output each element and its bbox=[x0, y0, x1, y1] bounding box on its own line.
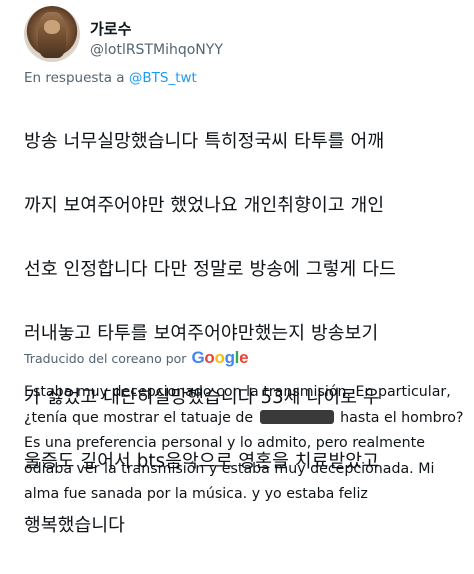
tweet-line: 까지 보여주어야만 했었나요 개인취향이고 개인 bbox=[24, 195, 385, 216]
reply-context: En respuesta a @BTS_twt bbox=[24, 70, 197, 86]
translation-line: alma fue sanada por la música. y yo esta… bbox=[24, 486, 368, 503]
translation-line: ¿tenía que mostrar el tatuaje de hasta e… bbox=[24, 406, 468, 432]
tweet-header: 가로수 @lotlRSTMihqoNYY bbox=[24, 6, 464, 66]
tweet-line: 행복했습니다 bbox=[24, 515, 125, 536]
logo-letter: o bbox=[204, 348, 215, 367]
translation-line-part: ¿tenía que mostrar el tatuaje de bbox=[24, 409, 254, 426]
translation-label: Traducido del coreano por bbox=[24, 350, 187, 366]
reply-prefix: En respuesta a bbox=[24, 70, 125, 86]
avatar-figure bbox=[38, 12, 66, 58]
reply-mention-link[interactable]: @BTS_twt bbox=[129, 70, 197, 86]
translation-line: odiaba ver la transmisión y estaba muy d… bbox=[24, 460, 435, 477]
logo-letter: o bbox=[214, 348, 225, 367]
google-logo: Google bbox=[191, 348, 248, 368]
translation-line-part: hasta el hombro? bbox=[340, 409, 464, 426]
avatar[interactable] bbox=[24, 6, 80, 62]
logo-letter: g bbox=[224, 348, 235, 367]
logo-letter: G bbox=[191, 348, 205, 367]
user-handle[interactable]: @lotlRSTMihqoNYY bbox=[90, 42, 223, 58]
translation-line: Estaba muy decepcionado con la transmisi… bbox=[24, 384, 451, 400]
translation-attribution: Traducido del coreano por Google bbox=[24, 348, 249, 368]
avatar-face bbox=[44, 20, 60, 34]
tweet-line: 방송 너무실망했습니다 특히정국씨 타투를 어깨 bbox=[24, 131, 385, 152]
translated-text: Estaba muy decepcionado con la transmisi… bbox=[24, 380, 468, 508]
translation-line: Es una preferencia personal y lo admito,… bbox=[24, 435, 425, 452]
redaction-mark bbox=[259, 409, 334, 424]
display-name[interactable]: 가로수 bbox=[90, 18, 131, 39]
tweet-line: 선호 인정합니다 다만 정말로 방송에 그렇게 다드 bbox=[24, 259, 396, 280]
logo-letter: e bbox=[239, 348, 249, 367]
tweet-line: 러내놓고 타투를 보여주어야만했는지 방송보기 bbox=[24, 323, 379, 344]
